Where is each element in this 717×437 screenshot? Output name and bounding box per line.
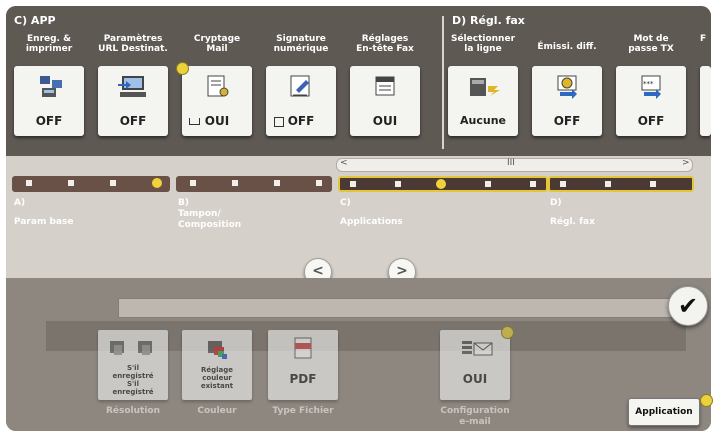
- tile-text: PDF: [289, 372, 317, 386]
- summary-bar: [118, 298, 680, 318]
- tab-navigation-area: < III > A) Param base B) Tampon/ Composi…: [6, 156, 711, 286]
- tab-b[interactable]: B) Tampon/ Composition: [178, 198, 241, 231]
- resolution-tile[interactable]: S'il enregistré S'il enregistré: [98, 330, 168, 400]
- tab-name: Param base: [14, 217, 74, 227]
- tab-strip-b[interactable]: [176, 176, 332, 192]
- scan-save-icon: [40, 76, 62, 97]
- tile[interactable]: OUI: [182, 66, 252, 136]
- line-select-icon: [470, 78, 500, 96]
- application-indicator-dot: [700, 394, 713, 407]
- horizontal-scrollbar[interactable]: < III >: [336, 158, 693, 172]
- url-destination-icon: [118, 76, 146, 97]
- page-marker: [26, 180, 32, 186]
- password-tx-icon: ***: [641, 75, 661, 99]
- color-tile[interactable]: Réglage couleur existant: [182, 330, 252, 400]
- button-label: Signature numérique: [273, 34, 329, 54]
- page-marker: [605, 181, 611, 187]
- page-marker: [274, 180, 280, 186]
- button-label: Enreg. & imprimer: [25, 34, 73, 54]
- tab-name: Applications: [340, 217, 403, 227]
- tab-a[interactable]: A) Param base: [14, 198, 73, 228]
- tile[interactable]: OFF: [532, 66, 602, 136]
- tab-letter: D): [550, 198, 562, 208]
- tab-letter: B): [178, 198, 189, 208]
- button-value: OFF: [637, 114, 665, 128]
- button-value: OUI: [372, 114, 398, 128]
- tile[interactable]: OFF: [14, 66, 84, 136]
- resolution-label: Résolution: [105, 406, 161, 416]
- timer-send-icon: [557, 75, 577, 99]
- button-value: OUI: [204, 114, 230, 128]
- color-label: Couleur: [197, 406, 237, 416]
- page-marker: [190, 180, 196, 186]
- resolution-icon: [110, 341, 152, 355]
- fax-header-icon: [375, 76, 395, 96]
- page-marker: [68, 180, 74, 186]
- tile-text: OUI: [462, 372, 488, 386]
- button-value: OFF: [119, 114, 147, 128]
- color-icon: [208, 341, 227, 359]
- pdf-icon: [294, 337, 312, 359]
- page-marker: [232, 180, 238, 186]
- file-type-tile[interactable]: PDF: [268, 330, 338, 400]
- indicator-dot: [501, 326, 514, 339]
- tile[interactable]: [700, 66, 711, 136]
- page-marker-active: [152, 178, 162, 188]
- section-fax-title: D) Régl. fax: [452, 14, 525, 27]
- section-app-title: C) APP: [14, 14, 56, 27]
- button-label: Paramètres URL Destinat.: [98, 34, 168, 54]
- tab-name: Tampon/ Composition: [178, 209, 242, 230]
- app-window: C) APP D) Régl. fax Enreg. & imprimer OF…: [6, 6, 711, 431]
- tab-strip-d[interactable]: [548, 176, 694, 192]
- button-label: Cryptage Mail: [193, 34, 241, 54]
- button-label: F: [700, 34, 707, 44]
- button-label: Réglages En-tête Fax: [356, 34, 414, 54]
- button-label: Mot de passe TX: [628, 34, 674, 54]
- page-marker: [395, 181, 401, 187]
- tab-d[interactable]: D) Régl. fax: [550, 198, 595, 228]
- tile[interactable]: OFF: [266, 66, 336, 136]
- application-button[interactable]: Application: [628, 398, 700, 426]
- page-marker: [530, 181, 536, 187]
- page-marker: [560, 181, 566, 187]
- page-marker: [650, 181, 656, 187]
- encrypt-mail-icon: [207, 75, 229, 97]
- page-marker: [485, 181, 491, 187]
- tile[interactable]: *** OFF: [616, 66, 686, 136]
- tab-strip-c[interactable]: [338, 176, 548, 192]
- tab-letter: C): [340, 198, 351, 208]
- tab-name: Régl. fax: [550, 217, 595, 227]
- page-marker: [350, 181, 356, 187]
- tab-strip-a[interactable]: [12, 176, 170, 192]
- button-value: OFF: [553, 114, 581, 128]
- email-config-tile[interactable]: OUI: [440, 326, 514, 400]
- scroll-left-arrow-icon[interactable]: <: [340, 158, 348, 168]
- tile[interactable]: Aucune: [448, 66, 518, 136]
- ok-check-button[interactable]: ✔: [668, 286, 708, 326]
- button-label: Sélectionner la ligne: [450, 34, 516, 54]
- indicator-dot: [176, 62, 189, 75]
- email-config-icon: [462, 341, 493, 356]
- scroll-right-arrow-icon[interactable]: >: [682, 158, 690, 168]
- page-marker: [316, 180, 322, 186]
- tile[interactable]: OFF: [98, 66, 168, 136]
- tile-text: S'il enregistré S'il enregistré: [112, 364, 154, 396]
- tile-text: Réglage couleur existant: [200, 366, 234, 390]
- tab-c[interactable]: C) Applications: [340, 198, 403, 228]
- tab-letter: A): [14, 198, 26, 208]
- button-value: OFF: [35, 114, 63, 128]
- button-label: Émissi. diff.: [537, 42, 597, 52]
- svg-text:***: ***: [643, 80, 654, 88]
- function-panel: C) APP D) Régl. fax Enreg. & imprimer OF…: [6, 6, 711, 156]
- file-type-label: Type Fichier: [272, 406, 334, 416]
- button-value: Aucune: [460, 114, 506, 127]
- page-marker-active: [436, 179, 446, 189]
- tile[interactable]: OUI: [350, 66, 420, 136]
- scroll-thumb[interactable]: III: [507, 158, 515, 168]
- email-config-label: Configuration e-mail: [440, 406, 510, 427]
- button-value: OFF: [287, 114, 315, 128]
- page-marker: [110, 180, 116, 186]
- digital-signature-icon: [290, 75, 310, 97]
